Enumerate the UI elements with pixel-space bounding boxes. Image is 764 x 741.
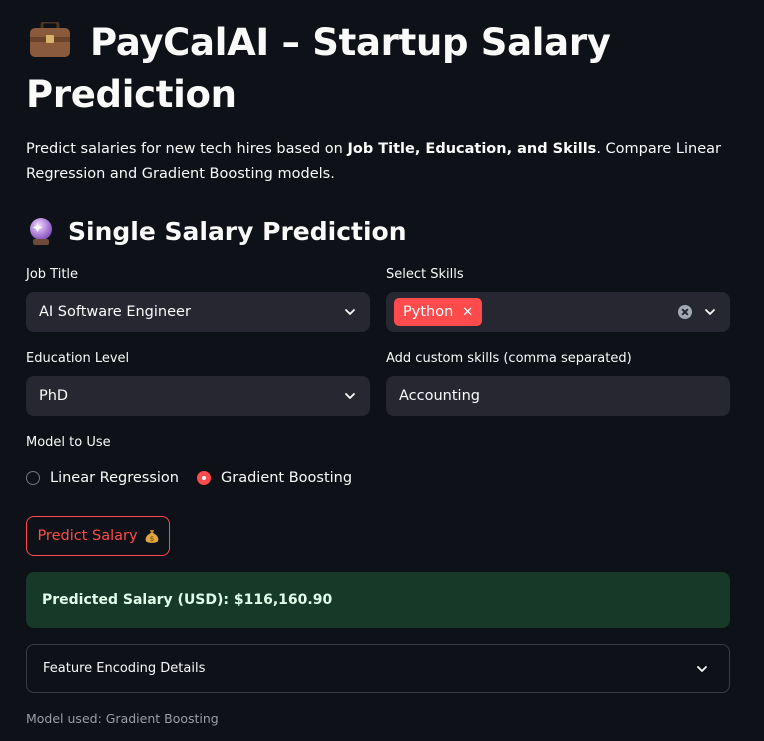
money-bag-icon: $ (145, 529, 159, 544)
job-title-value: AI Software Engineer (39, 304, 191, 320)
education-label: Education Level (26, 351, 130, 366)
intro-text-start: Predict salaries for new tech hires base… (26, 141, 348, 157)
expander-label: Feature Encoding Details (43, 661, 206, 676)
intro-text-bold: Job Title, Education, and Skills (347, 141, 597, 157)
chevron-down-icon[interactable] (702, 304, 718, 320)
education-value: PhD (39, 388, 69, 404)
page-title-text: PayCalAI – Startup Salary Prediction (26, 21, 611, 116)
radio-linear-regression[interactable]: Linear Regression (26, 470, 179, 486)
model-radio-group: Linear Regression Gradient Boosting (26, 470, 370, 486)
page-title: PayCalAI – Startup Salary Prediction (26, 17, 736, 121)
custom-skills-label: Add custom skills (comma separated) (386, 351, 632, 366)
predict-salary-button[interactable]: Predict Salary $ (26, 516, 170, 556)
section-heading: Single Salary Prediction (26, 212, 407, 252)
briefcase-icon (26, 20, 74, 57)
radio-label: Linear Regression (50, 470, 179, 486)
custom-skills-value: Accounting (399, 388, 480, 404)
chevron-down-icon (345, 393, 355, 399)
skill-tag-label: Python (403, 304, 454, 320)
predicted-salary-text: Predicted Salary (USD): $116,160.90 (42, 592, 333, 608)
feature-encoding-expander[interactable]: Feature Encoding Details (26, 644, 730, 693)
job-title-label: Job Title (26, 267, 79, 282)
model-label: Model to Use (26, 435, 111, 450)
remove-tag-icon[interactable]: ✕ (462, 305, 473, 320)
chevron-down-icon (697, 666, 707, 672)
education-select[interactable]: PhD (26, 376, 370, 416)
radio-gradient-boosting[interactable]: Gradient Boosting (197, 470, 352, 486)
custom-skills-input[interactable]: Accounting (386, 376, 730, 416)
job-title-select[interactable]: AI Software Engineer (26, 292, 370, 332)
radio-label: Gradient Boosting (221, 470, 353, 486)
radio-selected-icon[interactable] (197, 471, 211, 485)
crystal-ball-icon (26, 216, 56, 246)
svg-text:$: $ (149, 535, 153, 543)
predicted-salary-result: Predicted Salary (USD): $116,160.90 (26, 572, 730, 628)
model-used-caption: Model used: Gradient Boosting (26, 711, 219, 726)
section-heading-text: Single Salary Prediction (68, 217, 407, 246)
skills-multiselect[interactable]: Python ✕ (386, 292, 730, 332)
clear-icon[interactable] (678, 305, 692, 319)
chevron-down-icon (345, 309, 355, 315)
skills-label: Select Skills (386, 267, 464, 282)
intro-text: Predict salaries for new tech hires base… (26, 137, 736, 187)
skill-tag: Python ✕ (394, 298, 483, 326)
predict-button-label: Predict Salary (37, 528, 138, 544)
radio-unselected-icon[interactable] (26, 471, 40, 485)
